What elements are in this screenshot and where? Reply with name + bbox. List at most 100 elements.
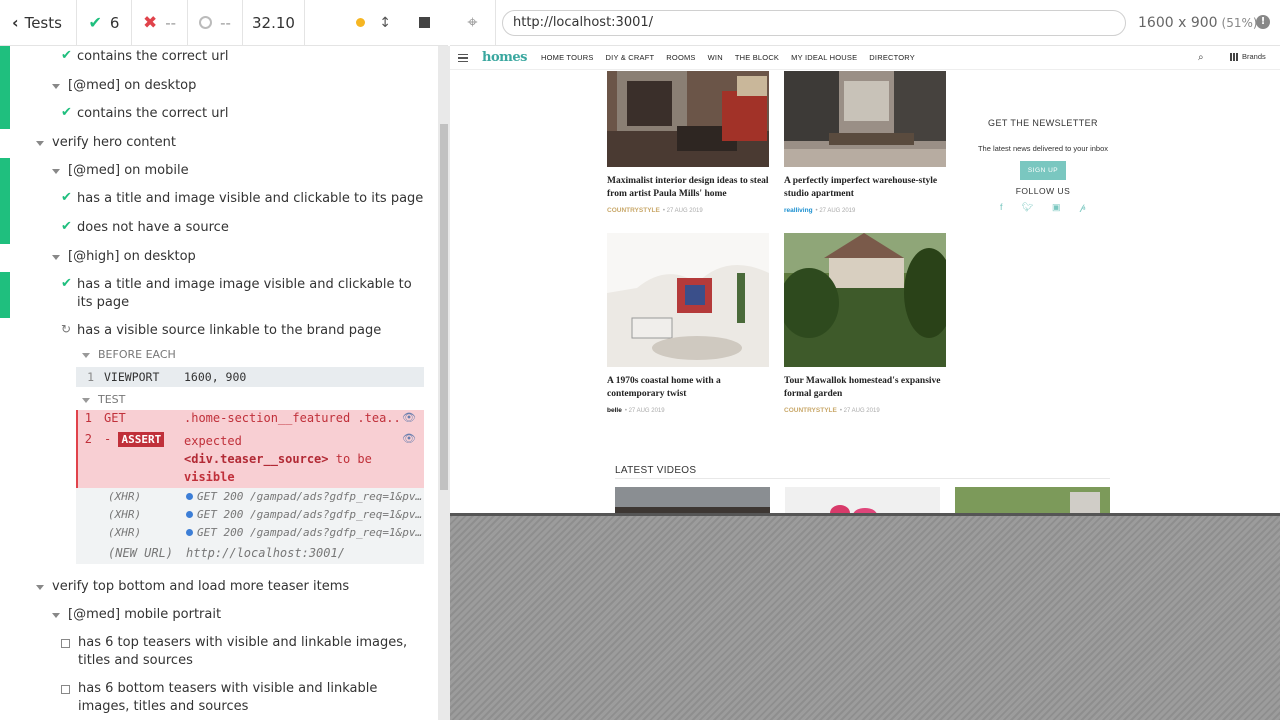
social-links: f 🐦︎ ▣ 𝓅 <box>968 202 1118 213</box>
check-icon: ✔ <box>61 219 72 234</box>
hook-label: TEST <box>98 393 126 406</box>
command-get[interactable]: 1 GET .home-section__featured .tea... 👁 <box>78 411 424 425</box>
nav-link[interactable]: DIY & CRAFT <box>606 53 655 62</box>
url-bar[interactable]: http://localhost:3001/ <box>502 9 1126 36</box>
nav-link[interactable]: THE BLOCK <box>735 53 779 62</box>
selector-playground-icon[interactable]: ⌖ <box>450 0 496 46</box>
teaser-image[interactable] <box>784 71 946 167</box>
reporter-header: ‹ Tests ✔ 6 ✖ -- -- 32.10 ↕ <box>0 0 448 46</box>
instagram-icon[interactable]: ▣ <box>1052 202 1061 213</box>
test-item-pending[interactable]: has 6 bottom teasers with visible and li… <box>0 680 438 716</box>
xhr-message: GET 200 /gampad/ads?gdfp_req=1&pvsi... <box>197 490 424 503</box>
suite-item[interactable]: [@med] on desktop <box>0 77 438 95</box>
xhr-row[interactable]: (XHR) GET 200 /gampad/ads?gdfp_req=1&pvs… <box>76 508 424 521</box>
before-each-header[interactable]: BEFORE EACH <box>82 348 438 361</box>
suite-item[interactable]: [@high] on desktop <box>0 248 438 266</box>
eye-icon[interactable]: 👁 <box>402 432 416 445</box>
suite-item[interactable]: [@med] mobile portrait <box>0 606 438 624</box>
command-dash: - <box>104 432 112 446</box>
teaser-source[interactable]: COUNTRYSTYLE • 27 AUG 2019 <box>784 407 880 414</box>
suite-title: [@med] mobile portrait <box>68 607 222 622</box>
teaser-title[interactable]: Maximalist interior design ideas to stea… <box>607 175 772 201</box>
scrollbar-thumb[interactable] <box>440 124 448 490</box>
suite-item[interactable]: verify hero content <box>0 134 438 152</box>
failed-count[interactable]: ✖ -- <box>132 0 188 45</box>
video-thumbnail[interactable] <box>955 487 1110 513</box>
teaser-source[interactable]: realliving • 27 AUG 2019 <box>784 207 855 214</box>
search-icon[interactable]: ⌕ <box>1198 52 1204 63</box>
teaser-image[interactable] <box>607 71 769 167</box>
pending-count[interactable]: -- <box>188 0 243 45</box>
autoscroll-toggle-icon[interactable]: ↕ <box>379 15 391 31</box>
eye-icon[interactable]: 👁 <box>402 411 416 424</box>
assert-expectation: visible <box>184 470 235 484</box>
assert-text: expected <box>184 434 242 448</box>
nav-link[interactable]: MY IDEAL HOUSE <box>791 53 857 62</box>
test-item[interactable]: ✔ has a title and image image visible an… <box>0 276 438 312</box>
teaser-source[interactable]: COUNTRYSTYLE • 27 AUG 2019 <box>607 207 703 214</box>
pending-value: -- <box>220 13 231 32</box>
suite-item[interactable]: verify top bottom and load more teaser i… <box>0 578 438 596</box>
xhr-commands: (XHR) GET 200 /gampad/ads?gdfp_req=1&pvs… <box>76 488 424 564</box>
nav-link[interactable]: DIRECTORY <box>869 53 915 62</box>
refresh-icon: ↻ <box>61 322 72 336</box>
test-item[interactable]: ✔ does not have a source <box>0 219 438 237</box>
reporter-scrollbar[interactable] <box>438 46 450 720</box>
caret-down-icon <box>52 613 60 618</box>
source-brand: realliving <box>784 207 813 214</box>
caret-down-icon <box>36 585 44 590</box>
facebook-icon[interactable]: f <box>1000 202 1003 213</box>
viewport-info[interactable]: 1600 x 900 (51%) <box>1138 15 1258 31</box>
teaser-image[interactable] <box>607 233 769 367</box>
check-icon: ✔ <box>88 13 102 32</box>
latest-videos-title: LATEST VIDEOS <box>615 465 697 476</box>
teaser-title[interactable]: Tour Mawallok homestead's expansive form… <box>784 375 949 401</box>
passed-count[interactable]: ✔ 6 <box>77 0 132 45</box>
teaser-source[interactable]: belle • 27 AUG 2019 <box>607 407 665 414</box>
test-title: has 6 bottom teasers with visible and li… <box>78 680 377 716</box>
hook-label: BEFORE EACH <box>98 348 176 361</box>
brands-menu[interactable]: Brands <box>1230 52 1266 61</box>
command-assert[interactable]: 2 - ASSERT expected <div.teaser__source>… <box>78 432 424 486</box>
hamburger-icon[interactable] <box>458 53 468 62</box>
test-header[interactable]: TEST <box>82 393 438 406</box>
teaser-title[interactable]: A 1970s coastal home with a contemporary… <box>607 375 772 401</box>
nav-link[interactable]: WIN <box>708 53 723 62</box>
suite-item[interactable]: [@med] on mobile <box>0 162 438 180</box>
command-message: expected <div.teaser__source> to be visi… <box>184 432 399 486</box>
viewport-scale: (51%) <box>1221 15 1258 30</box>
xhr-row[interactable]: (XHR) GET 200 /gampad/ads?gdfp_req=1&pvs… <box>76 490 424 503</box>
passed-value: 6 <box>109 13 120 32</box>
newsletter-widget: GET THE NEWSLETTER The latest news deliv… <box>968 118 1118 213</box>
teaser-image[interactable] <box>784 233 946 367</box>
signup-button[interactable]: SIGN UP <box>1019 161 1067 180</box>
test-item-running[interactable]: ↻ has a visible source linkable to the b… <box>0 322 438 340</box>
duration-value: 32.10 <box>252 13 295 32</box>
video-thumbnail[interactable] <box>615 487 770 513</box>
video-thumbnail[interactable] <box>785 487 940 513</box>
info-icon[interactable]: ! <box>1256 15 1270 29</box>
test-title-line: has a title and image image visible and … <box>77 277 412 292</box>
site-nav: homes HOME TOURS DIY & CRAFT ROOMS WIN T… <box>450 46 1280 70</box>
failed-commands: 1 GET .home-section__featured .tea... 👁 … <box>76 410 424 488</box>
stop-icon[interactable] <box>419 17 430 28</box>
command-number: 1 <box>84 411 92 425</box>
caret-down-icon <box>52 255 60 260</box>
command-viewport[interactable]: 1 VIEWPORT 1600, 900 <box>76 367 424 387</box>
nav-link[interactable]: ROOMS <box>666 53 695 62</box>
caret-down-icon <box>36 141 44 146</box>
twitter-icon[interactable]: 🐦︎ <box>1022 202 1033 213</box>
status-dot-icon <box>186 529 193 536</box>
nav-link[interactable]: HOME TOURS <box>541 53 594 62</box>
pinterest-icon[interactable]: 𝓅 <box>1080 202 1086 213</box>
test-item-pending[interactable]: has 6 top teasers with visible and linka… <box>0 634 438 670</box>
xhr-row[interactable]: (XHR) GET 200 /gampad/ads?gdfp_req=1&pvs… <box>76 526 424 539</box>
test-item[interactable]: ✔ contains the correct url <box>0 105 438 123</box>
test-item[interactable]: ✔ contains the correct url <box>0 48 438 66</box>
test-item[interactable]: ✔ has a title and image visible and clic… <box>0 190 438 208</box>
teaser-title[interactable]: A perfectly imperfect warehouse-style st… <box>784 175 949 201</box>
tests-back-button[interactable]: ‹ Tests <box>0 0 77 45</box>
source-date: • 27 AUG 2019 <box>815 207 856 214</box>
new-url-row[interactable]: (NEW URL) http://localhost:3001/ <box>76 546 424 560</box>
site-logo[interactable]: homes <box>482 50 527 65</box>
